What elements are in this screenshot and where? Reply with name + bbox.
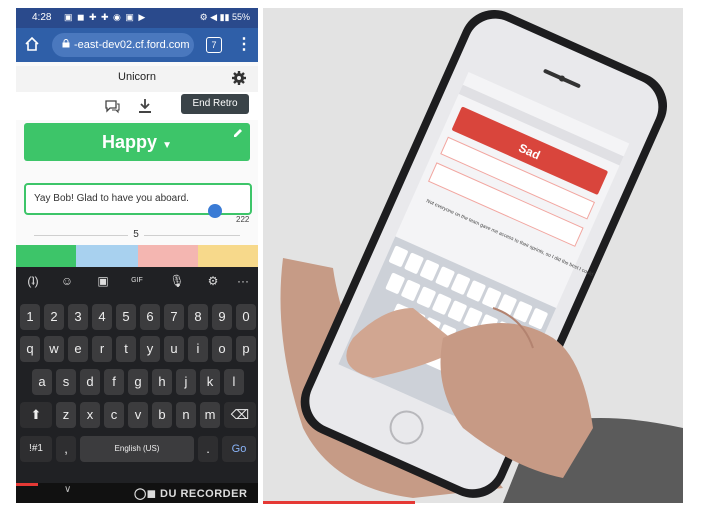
thought-input-text: Yay Bob! Glad to have you aboard. (34, 193, 189, 204)
end-retro-button[interactable]: End Retro (181, 94, 249, 114)
key-o[interactable]: o (212, 336, 232, 362)
key-7[interactable]: 7 (164, 304, 184, 330)
text-cursor-handle[interactable] (208, 204, 222, 218)
key-i[interactable]: i (188, 336, 208, 362)
key-a[interactable]: a (32, 369, 52, 395)
key-4[interactable]: 4 (92, 304, 112, 330)
more-icon[interactable]: ··· (232, 270, 254, 292)
key-s[interactable]: s (56, 369, 76, 395)
android-screen-recording: 4:28 ▣ ◼ ✚ ✚ ◉ ▣ ▶ ⚙ ◀ ▮▮ 55% -east-dev0… (16, 8, 258, 503)
overflow-menu-icon[interactable]: ⋮ (236, 36, 252, 56)
status-bar: 4:28 ▣ ◼ ✚ ✚ ◉ ▣ ▶ ⚙ ◀ ▮▮ 55% (16, 8, 258, 28)
key-w[interactable]: w (44, 336, 64, 362)
mic-icon[interactable]: 🎙 (166, 270, 188, 292)
character-count: 222 (236, 215, 250, 224)
key-j[interactable]: j (176, 369, 196, 395)
address-field[interactable]: -east-dev02.cf.ford.com (52, 33, 194, 57)
key-r[interactable]: r (92, 336, 112, 362)
column-color-strip (16, 245, 258, 267)
column-tab-confused[interactable] (76, 245, 138, 267)
settings-icon[interactable]: ⚙ (202, 270, 224, 292)
key-m[interactable]: m (200, 402, 220, 428)
thought-count: 5 (128, 229, 144, 240)
key-n[interactable]: n (176, 402, 196, 428)
photo-phone-in-hands: Sad Not everyone on the team gave me acc… (263, 8, 683, 503)
sticker-icon[interactable]: ▣ (92, 270, 114, 292)
column-tab-sad[interactable] (138, 245, 198, 267)
key-d[interactable]: d (80, 369, 100, 395)
team-title: Unicorn (118, 71, 156, 83)
key-6[interactable]: 6 (140, 304, 160, 330)
key-t[interactable]: t (116, 336, 136, 362)
backspace-key[interactable]: ⌫ (224, 402, 256, 428)
symbols-key[interactable]: !#1 (20, 436, 52, 462)
key-5[interactable]: 5 (116, 304, 136, 330)
space-key[interactable]: English (US) (80, 436, 194, 462)
column-title: Happy ▼ (24, 132, 250, 153)
key-h[interactable]: h (152, 369, 172, 395)
key-k[interactable]: k (200, 369, 220, 395)
retro-toolbar: End Retro (16, 92, 258, 120)
app-header: Unicorn (16, 66, 258, 92)
period-key[interactable]: . (198, 436, 218, 462)
recorder-label: DU RECORDER (160, 488, 248, 500)
key-x[interactable]: x (80, 402, 100, 428)
key-e[interactable]: e (68, 336, 88, 362)
home-icon[interactable] (24, 36, 44, 56)
browser-url-bar: -east-dev02.cf.ford.com 7 ⋮ (16, 28, 258, 62)
key-q[interactable]: q (20, 336, 40, 362)
key-p[interactable]: p (236, 336, 256, 362)
video-progress-bar-right (263, 501, 415, 504)
shift-key[interactable]: ⬆ (20, 402, 52, 428)
battery-percent: 55% (231, 12, 250, 22)
key-u[interactable]: u (164, 336, 184, 362)
chevron-down-icon: ▼ (162, 140, 172, 151)
key-v[interactable]: v (128, 402, 148, 428)
key-8[interactable]: 8 (188, 304, 208, 330)
notification-icons: ▣ ◼ ✚ ✚ ◉ ▣ ▶ (64, 12, 147, 22)
comma-key[interactable]: , (56, 436, 76, 462)
key-g[interactable]: g (128, 369, 148, 395)
key-b[interactable]: b (152, 402, 172, 428)
chevron-down-icon[interactable]: ∨ (64, 484, 71, 495)
android-nav-bar: ∨ ◯◼ DU RECORDER (16, 483, 258, 503)
url-text: -east-dev02.cf.ford.com (74, 39, 190, 51)
column-tab-action[interactable] (198, 245, 258, 267)
key-l[interactable]: l (224, 369, 244, 395)
video-progress-bar (16, 483, 38, 486)
key-y[interactable]: y (140, 336, 160, 362)
key-c[interactable]: c (104, 402, 124, 428)
key-f[interactable]: f (104, 369, 124, 395)
gif-icon[interactable]: GIF (126, 270, 148, 292)
feedback-icon[interactable] (104, 98, 120, 114)
key-1[interactable]: 1 (20, 304, 40, 330)
key-2[interactable]: 2 (44, 304, 64, 330)
column-header-happy[interactable]: Happy ▼ (24, 123, 250, 161)
column-title-text: Happy (102, 132, 158, 152)
key-z[interactable]: z (56, 402, 76, 428)
gear-icon[interactable] (231, 70, 247, 86)
emoji-icon[interactable]: ☺ (56, 270, 78, 292)
lock-icon (62, 39, 70, 48)
key-9[interactable]: 9 (212, 304, 232, 330)
edit-icon[interactable] (232, 127, 244, 139)
du-recorder-badge: ◯◼ DU RECORDER (134, 488, 248, 500)
column-tab-happy[interactable] (16, 245, 76, 267)
tab-switcher-button[interactable]: 7 (206, 37, 222, 53)
download-icon[interactable] (138, 98, 152, 114)
phone-photo-illustration: Sad Not everyone on the team gave me acc… (263, 8, 683, 503)
go-key[interactable]: Go (222, 436, 256, 462)
key-3[interactable]: 3 (68, 304, 88, 330)
translate-icon[interactable]: (ʇ) (22, 270, 44, 292)
key-0[interactable]: 0 (236, 304, 256, 330)
status-time: 4:28 (32, 12, 52, 23)
keyboard-toolbar: (ʇ) ☺ ▣ GIF 🎙 ⚙ ··· (16, 270, 258, 296)
battery-status: ⚙ ◀ ▮▮ 55% (199, 12, 250, 22)
